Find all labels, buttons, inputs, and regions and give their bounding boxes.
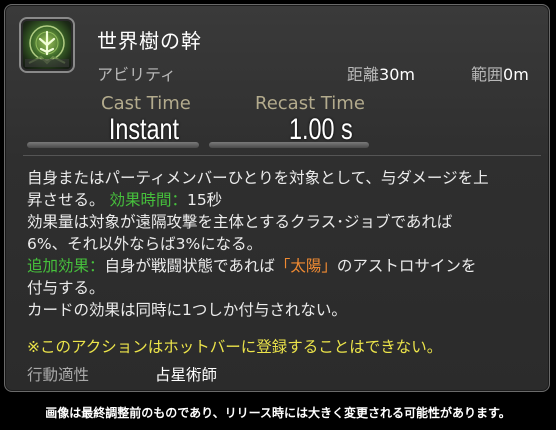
action-type: アビリティ bbox=[97, 65, 177, 84]
class-requirement-label: 行動適性 bbox=[27, 366, 90, 384]
description-line: 自身またはパーティメンバーひとりを対象として、与ダメージを上 bbox=[27, 169, 489, 187]
description-text: 自身が戦闘状態であれば bbox=[104, 257, 275, 275]
action-name: 世界樹の幹 bbox=[97, 29, 202, 53]
description-line: 昇させる。 効果時間：15秒 bbox=[27, 189, 547, 211]
radius-label: 範囲 bbox=[471, 65, 504, 84]
description-line: 効果量は対象が遠隔攻撃を主体とするクラス･ジョブであれば bbox=[27, 213, 453, 231]
radius-value: 0m bbox=[503, 65, 529, 84]
recast-time-label: Recast Time bbox=[255, 93, 365, 114]
class-requirement-value: 占星術師 bbox=[155, 366, 218, 384]
radius-stat: 範囲0m bbox=[471, 61, 529, 85]
duration-label: 効果時間： bbox=[109, 191, 187, 209]
description-text: 昇させる。 bbox=[27, 191, 110, 209]
description-line: 追加効果：自身が戦闘状態であれば「太陽」のアストロサインを bbox=[27, 255, 547, 277]
hotbar-warning: ※このアクションはホットバーに登録することはできない。 bbox=[27, 338, 443, 356]
divider bbox=[23, 155, 541, 156]
range-value: 30m bbox=[379, 65, 415, 84]
action-description: 自身またはパーティメンバーひとりを対象として、与ダメージを上 昇させる。 効果時… bbox=[27, 167, 547, 321]
tree-of-life-icon bbox=[19, 17, 75, 73]
description-line: 付与する。 bbox=[27, 279, 105, 297]
disclaimer-bar: 画像は最終調整前のものであり、リリース時には大きく変更される可能性があります。 bbox=[0, 398, 556, 430]
range-label: 距離 bbox=[347, 65, 380, 84]
recast-time-value: 1.00 s bbox=[289, 113, 353, 146]
cast-time-label: Cast Time bbox=[101, 93, 191, 114]
sun-sign-highlight: 「太陽」 bbox=[274, 257, 337, 275]
range-stat: 距離30m bbox=[347, 61, 415, 85]
cast-time-value: Instant bbox=[108, 113, 179, 146]
action-tooltip: 世界樹の幹 アビリティ 距離30m 範囲0m Cast Time Recast … bbox=[4, 4, 550, 392]
additional-effect-label: 追加効果： bbox=[27, 257, 105, 275]
duration-value: 15秒 bbox=[186, 191, 223, 209]
disclaimer-text: 画像は最終調整前のものであり、リリース時には大きく変更される可能性があります。 bbox=[45, 406, 511, 420]
description-line: 6%、それ以外ならば3%になる。 bbox=[27, 235, 263, 253]
description-text: のアストロサインを bbox=[336, 257, 477, 275]
description-line: カードの効果は同時に1つしか付与されない。 bbox=[27, 301, 347, 319]
